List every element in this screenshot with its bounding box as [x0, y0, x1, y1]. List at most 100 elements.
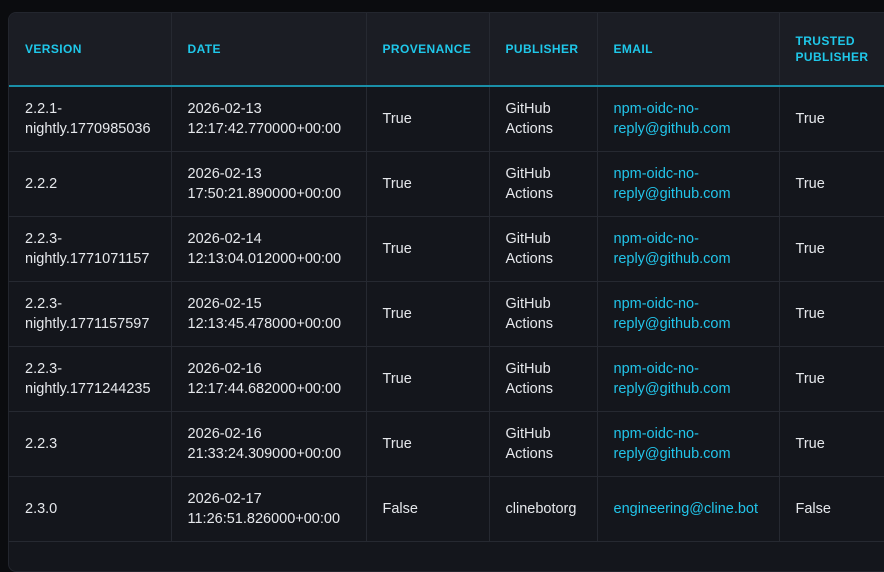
table-row: 2.3.0 2026-02-17 11:26:51.826000+00:00 F… — [9, 476, 884, 542]
version-text: nightly.1771071157 — [25, 250, 150, 267]
column-header-date[interactable]: DATE — [171, 13, 367, 87]
date-text: 2026-02-16 — [187, 360, 262, 377]
publisher-text: Actions — [505, 315, 554, 332]
date-text: 2026-02-17 — [187, 490, 262, 507]
version-text: nightly.1771244235 — [25, 380, 151, 397]
time-text: 12:13:45.478000+00:00 — [187, 315, 342, 332]
cell-trusted-publisher: True — [779, 216, 884, 282]
cell-provenance: True — [366, 346, 490, 412]
trusted-value: False — [795, 500, 831, 517]
provenance-value: True — [382, 240, 412, 257]
table-row: 2.2.3- nightly.1771157597 2026-02-15 12:… — [9, 281, 884, 347]
date-text: 2026-02-15 — [187, 295, 262, 312]
cell-provenance: True — [366, 86, 490, 152]
column-header-label: EMAIL — [613, 42, 653, 56]
cell-email[interactable]: npm-oidc-no- reply@github.com — [597, 151, 780, 217]
cell-provenance: True — [366, 216, 490, 282]
publisher-text: GitHub — [505, 165, 551, 182]
cell-date: 2026-02-17 11:26:51.826000+00:00 — [171, 476, 367, 542]
provenance-value: True — [382, 305, 412, 322]
column-header-email[interactable]: EMAIL — [597, 13, 780, 87]
column-header-label: VERSION — [25, 42, 82, 56]
cell-version: 2.3.0 — [9, 476, 172, 542]
cell-trusted-publisher: True — [779, 346, 884, 412]
email-link[interactable]: reply@github.com — [614, 249, 763, 269]
email-link[interactable]: npm-oidc-no- — [614, 424, 763, 444]
column-header-label: PROVENANCE — [382, 42, 472, 56]
email-link[interactable]: npm-oidc-no- — [614, 229, 763, 249]
cell-publisher: GitHub Actions — [489, 281, 598, 347]
provenance-value: True — [382, 110, 412, 127]
cell-trusted-publisher: True — [779, 411, 884, 477]
cell-email[interactable]: npm-oidc-no- reply@github.com — [597, 86, 780, 152]
date-text: 2026-02-13 — [187, 165, 262, 182]
provenance-value: True — [382, 175, 412, 192]
trusted-value: True — [795, 240, 825, 257]
column-header-label: PUBLISHER — [505, 42, 579, 56]
time-text: 21:33:24.309000+00:00 — [187, 445, 342, 462]
table-row: 2.2.2 2026-02-13 17:50:21.890000+00:00 T… — [9, 151, 884, 217]
cell-publisher: GitHub Actions — [489, 346, 598, 412]
cell-publisher: clinebotorg — [489, 476, 598, 542]
cell-publisher: GitHub Actions — [489, 411, 598, 477]
cell-version: 2.2.3 — [9, 411, 172, 477]
email-link[interactable]: reply@github.com — [614, 314, 763, 334]
email-link[interactable]: reply@github.com — [614, 379, 763, 399]
version-text: nightly.1771157597 — [25, 315, 150, 332]
table-row: 2.2.3- nightly.1771244235 2026-02-16 12:… — [9, 346, 884, 412]
table-row: 2.2.3 2026-02-16 21:33:24.309000+00:00 T… — [9, 411, 884, 477]
date-text: 2026-02-14 — [187, 230, 262, 247]
version-text: 2.3.0 — [25, 500, 58, 517]
cell-trusted-publisher: True — [779, 151, 884, 217]
email-link[interactable]: engineering@cline.bot — [614, 499, 763, 519]
version-text: 2.2.3- — [25, 295, 63, 312]
email-link[interactable]: npm-oidc-no- — [614, 99, 763, 119]
cell-version: 2.2.2 — [9, 151, 172, 217]
publisher-text: GitHub — [505, 295, 551, 312]
cell-provenance: True — [366, 151, 490, 217]
date-text: 2026-02-16 — [187, 425, 262, 442]
cell-email[interactable]: npm-oidc-no- reply@github.com — [597, 216, 780, 282]
email-link[interactable]: reply@github.com — [614, 184, 763, 204]
cell-date: 2026-02-13 12:17:42.770000+00:00 — [171, 86, 367, 152]
email-link[interactable]: reply@github.com — [614, 119, 763, 139]
column-header-version[interactable]: VERSION — [9, 13, 172, 87]
cell-provenance: True — [366, 281, 490, 347]
cell-email[interactable]: npm-oidc-no- reply@github.com — [597, 411, 780, 477]
version-text: 2.2.1- — [25, 100, 63, 117]
email-link[interactable]: npm-oidc-no- — [614, 359, 763, 379]
column-header-label: PUBLISHER — [795, 50, 869, 64]
cell-email[interactable]: npm-oidc-no- reply@github.com — [597, 346, 780, 412]
column-header-provenance[interactable]: PROVENANCE — [366, 13, 490, 87]
version-text: 2.2.3- — [25, 360, 63, 377]
cell-email[interactable]: npm-oidc-no- reply@github.com — [597, 281, 780, 347]
column-header-trusted-publisher[interactable]: TRUSTED PUBLISHER — [779, 13, 884, 87]
cell-provenance: True — [366, 411, 490, 477]
time-text: 12:13:04.012000+00:00 — [187, 250, 342, 267]
cell-version: 2.2.3- nightly.1771157597 — [9, 281, 172, 347]
publisher-text: GitHub — [505, 100, 551, 117]
column-header-label: TRUSTED — [795, 34, 855, 48]
publisher-text: Actions — [505, 250, 554, 267]
email-link[interactable]: reply@github.com — [614, 444, 763, 464]
cell-publisher: GitHub Actions — [489, 86, 598, 152]
trusted-value: True — [795, 175, 825, 192]
provenance-value: False — [382, 500, 418, 517]
cell-date: 2026-02-13 17:50:21.890000+00:00 — [171, 151, 367, 217]
publisher-text: Actions — [505, 445, 554, 462]
publisher-text: Actions — [505, 380, 554, 397]
email-link[interactable]: npm-oidc-no- — [614, 294, 763, 314]
email-link[interactable]: npm-oidc-no- — [614, 164, 763, 184]
trusted-value: True — [795, 110, 825, 127]
cell-email[interactable]: engineering@cline.bot — [597, 476, 780, 542]
cell-version: 2.2.1- nightly.1770985036 — [9, 86, 172, 152]
time-text: 11:26:51.826000+00:00 — [187, 510, 341, 527]
version-text: 2.2.3- — [25, 230, 63, 247]
column-header-publisher[interactable]: PUBLISHER — [489, 13, 598, 87]
cell-trusted-publisher: False — [779, 476, 884, 542]
trusted-value: True — [795, 370, 825, 387]
time-text: 17:50:21.890000+00:00 — [187, 185, 342, 202]
cell-version: 2.2.3- nightly.1771071157 — [9, 216, 172, 282]
provenance-value: True — [382, 370, 412, 387]
trusted-value: True — [795, 435, 825, 452]
